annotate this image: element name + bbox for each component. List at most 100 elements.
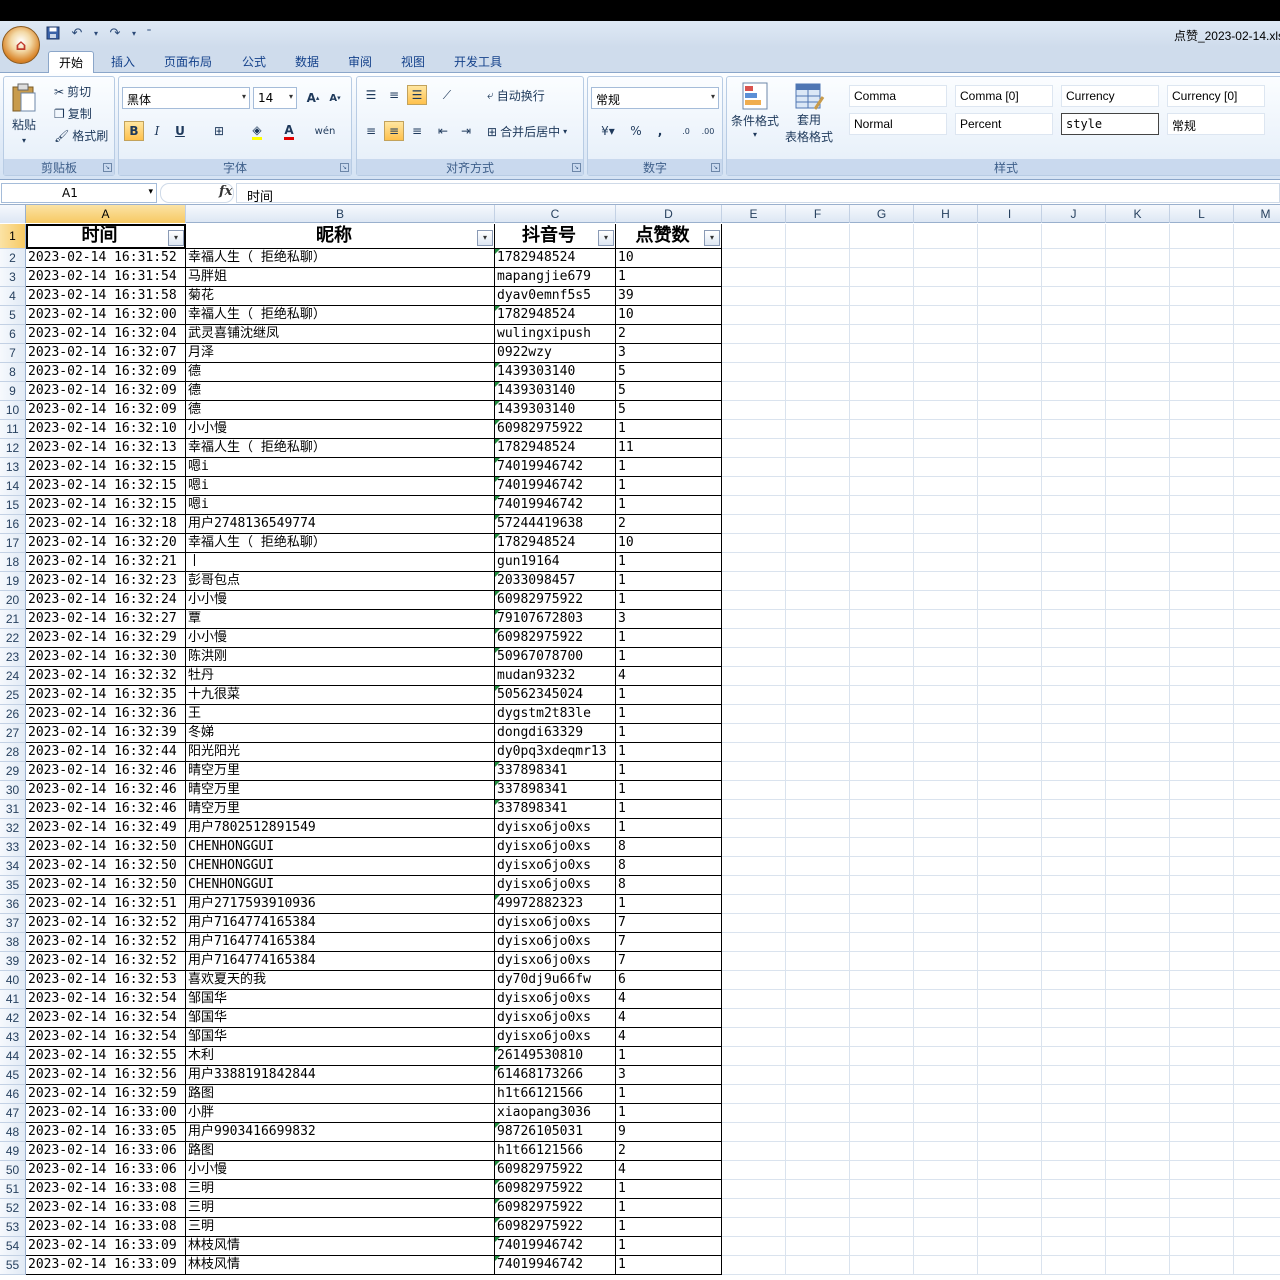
customize-qat-icon[interactable]: ⁼	[144, 24, 154, 42]
likes-cell[interactable]: 1	[616, 762, 722, 781]
empty-cell[interactable]	[914, 420, 978, 439]
empty-cell[interactable]	[1106, 1009, 1170, 1028]
douyin-id-cell[interactable]: wulingxipush	[495, 325, 616, 344]
empty-cell[interactable]	[1234, 572, 1280, 591]
row-header[interactable]: 53	[0, 1218, 26, 1237]
nickname-cell[interactable]: CHENHONGGUI	[186, 838, 495, 857]
empty-cell[interactable]	[1042, 1180, 1106, 1199]
empty-cell[interactable]	[978, 477, 1042, 496]
empty-cell[interactable]	[1234, 1256, 1280, 1275]
empty-cell[interactable]	[850, 287, 914, 306]
empty-cell[interactable]	[1042, 344, 1106, 363]
empty-cell[interactable]	[1106, 1047, 1170, 1066]
empty-cell[interactable]	[914, 724, 978, 743]
empty-cell[interactable]	[850, 990, 914, 1009]
empty-cell[interactable]	[1106, 363, 1170, 382]
empty-cell[interactable]	[978, 1161, 1042, 1180]
row-header[interactable]: 34	[0, 857, 26, 876]
empty-cell[interactable]	[1106, 1161, 1170, 1180]
empty-cell[interactable]	[1106, 876, 1170, 895]
empty-cell[interactable]	[786, 705, 850, 724]
time-cell[interactable]: 2023-02-14 16:32:07	[26, 344, 186, 363]
time-cell[interactable]: 2023-02-14 16:32:46	[26, 781, 186, 800]
empty-cell[interactable]	[1042, 990, 1106, 1009]
empty-cell[interactable]	[850, 382, 914, 401]
empty-cell[interactable]	[786, 819, 850, 838]
empty-cell[interactable]	[1106, 762, 1170, 781]
style-currency-0[interactable]: Currency [0]	[1167, 85, 1265, 107]
empty-cell[interactable]	[1170, 971, 1234, 990]
empty-cell[interactable]	[1170, 648, 1234, 667]
empty-cell[interactable]	[914, 224, 978, 249]
likes-cell[interactable]: 4	[616, 990, 722, 1009]
douyin-id-cell[interactable]: 50967078700	[495, 648, 616, 667]
time-cell[interactable]: 2023-02-14 16:32:27	[26, 610, 186, 629]
empty-cell[interactable]	[914, 325, 978, 344]
column-header-d[interactable]: D	[616, 205, 722, 223]
empty-cell[interactable]	[1234, 1085, 1280, 1104]
empty-cell[interactable]	[722, 743, 786, 762]
increase-decimal-button[interactable]: .0	[676, 121, 696, 141]
empty-cell[interactable]	[1042, 1104, 1106, 1123]
empty-cell[interactable]	[850, 420, 914, 439]
row-header[interactable]: 17	[0, 534, 26, 553]
empty-cell[interactable]	[786, 382, 850, 401]
nickname-cell[interactable]: 彭哥包点	[186, 572, 495, 591]
empty-cell[interactable]	[1042, 762, 1106, 781]
formula-input[interactable]: 时间	[236, 183, 1280, 205]
empty-cell[interactable]	[978, 553, 1042, 572]
row-header[interactable]: 38	[0, 933, 26, 952]
empty-cell[interactable]	[1042, 363, 1106, 382]
empty-cell[interactable]	[914, 952, 978, 971]
empty-cell[interactable]	[1170, 553, 1234, 572]
time-cell[interactable]: 2023-02-14 16:31:52	[26, 249, 186, 268]
empty-cell[interactable]	[1106, 781, 1170, 800]
empty-cell[interactable]	[1170, 990, 1234, 1009]
empty-cell[interactable]	[786, 1218, 850, 1237]
empty-cell[interactable]	[722, 306, 786, 325]
empty-cell[interactable]	[1106, 724, 1170, 743]
douyin-id-cell[interactable]: 49972882323	[495, 895, 616, 914]
empty-cell[interactable]	[978, 325, 1042, 344]
redo-icon[interactable]: ↷	[106, 24, 124, 42]
douyin-id-cell[interactable]: 337898341	[495, 762, 616, 781]
empty-cell[interactable]	[786, 287, 850, 306]
empty-cell[interactable]	[1106, 534, 1170, 553]
empty-cell[interactable]	[850, 1009, 914, 1028]
empty-cell[interactable]	[1042, 1256, 1106, 1275]
empty-cell[interactable]	[722, 914, 786, 933]
nickname-cell[interactable]: 阳光阳光	[186, 743, 495, 762]
empty-cell[interactable]	[722, 458, 786, 477]
empty-cell[interactable]	[1042, 1047, 1106, 1066]
douyin-id-cell[interactable]: 74019946742	[495, 477, 616, 496]
empty-cell[interactable]	[1234, 591, 1280, 610]
nickname-cell[interactable]: 用户7164774165384	[186, 914, 495, 933]
empty-cell[interactable]	[850, 610, 914, 629]
empty-cell[interactable]	[978, 724, 1042, 743]
empty-cell[interactable]	[1106, 401, 1170, 420]
time-cell[interactable]: 2023-02-14 16:32:53	[26, 971, 186, 990]
douyin-id-cell[interactable]: 1782948524	[495, 439, 616, 458]
empty-cell[interactable]	[1234, 667, 1280, 686]
empty-cell[interactable]	[1234, 1123, 1280, 1142]
empty-cell[interactable]	[1170, 287, 1234, 306]
empty-cell[interactable]	[1234, 781, 1280, 800]
empty-cell[interactable]	[850, 876, 914, 895]
empty-cell[interactable]	[1170, 515, 1234, 534]
save-icon[interactable]	[44, 24, 62, 42]
empty-cell[interactable]	[914, 1142, 978, 1161]
empty-cell[interactable]	[1170, 743, 1234, 762]
empty-cell[interactable]	[978, 1142, 1042, 1161]
row-header[interactable]: 42	[0, 1009, 26, 1028]
empty-cell[interactable]	[1106, 1256, 1170, 1275]
empty-cell[interactable]	[722, 1104, 786, 1123]
decrease-decimal-button[interactable]: .00	[698, 121, 718, 141]
row-header[interactable]: 33	[0, 838, 26, 857]
empty-cell[interactable]	[722, 1047, 786, 1066]
likes-cell[interactable]: 7	[616, 952, 722, 971]
douyin-id-cell[interactable]: h1t66121566	[495, 1085, 616, 1104]
empty-cell[interactable]	[786, 477, 850, 496]
douyin-id-cell[interactable]: 337898341	[495, 781, 616, 800]
likes-cell[interactable]: 1	[616, 1256, 722, 1275]
empty-cell[interactable]	[914, 1123, 978, 1142]
